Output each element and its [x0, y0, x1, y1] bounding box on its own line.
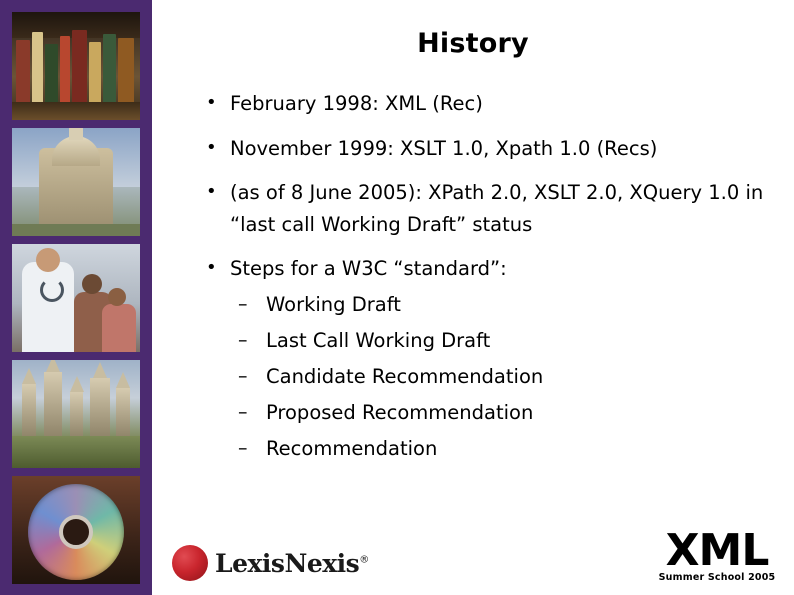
- bullet-marker-icon: •: [206, 181, 217, 203]
- presentation-slide: History • February 1998: XML (Rec) • Nov…: [0, 0, 794, 595]
- bullet-text: February 1998: XML (Rec): [230, 92, 483, 115]
- xml-summer-school-logo: XML Summer School 2005: [658, 524, 776, 583]
- photo-spires-image: [12, 360, 140, 468]
- sub-list-item: – Proposed Recommendation: [230, 395, 782, 431]
- lexisnexis-wordmark: LexisNexis®: [215, 549, 369, 578]
- photo-dome-image: [12, 128, 140, 236]
- bullet-text: (as of 8 June 2005): XPath 2.0, XSLT 2.0…: [230, 181, 764, 236]
- dash-marker-icon: –: [238, 292, 248, 315]
- sub-list-item: – Candidate Recommendation: [230, 359, 782, 395]
- sub-bullet-text: Recommendation: [266, 437, 438, 461]
- lexisnexis-logo: LexisNexis®: [172, 543, 369, 583]
- photo-cd-image: [12, 476, 140, 584]
- lexisnexis-sphere-icon: [172, 545, 208, 581]
- photo-books-image: [12, 12, 140, 120]
- slide-body: • February 1998: XML (Rec) • November 19…: [196, 88, 782, 480]
- xml-wordmark: XML: [665, 524, 770, 576]
- registered-trademark-icon: ®: [359, 554, 369, 566]
- photo-doctor-image: [12, 244, 140, 352]
- list-item: • Steps for a W3C “standard”: – Working …: [196, 253, 782, 467]
- sub-list-item: – Last Call Working Draft: [230, 323, 782, 359]
- xml-subtitle: Summer School 2005: [658, 572, 776, 583]
- dash-marker-icon: –: [238, 437, 248, 460]
- sub-list-item: – Working Draft: [230, 287, 782, 323]
- page-title: History: [417, 28, 529, 59]
- bullet-text: November 1999: XSLT 1.0, Xpath 1.0 (Recs…: [230, 136, 658, 160]
- lexisnexis-wordmark-lexis: Lexis: [215, 548, 285, 578]
- sub-bullet-list: – Working Draft – Last Call Working Draf…: [230, 287, 782, 467]
- dash-marker-icon: –: [238, 401, 248, 424]
- sub-list-item: – Recommendation: [230, 431, 782, 467]
- bullet-list: • February 1998: XML (Rec) • November 19…: [196, 88, 782, 467]
- list-item: • February 1998: XML (Rec): [196, 88, 782, 120]
- bullet-text: Steps for a W3C “standard”:: [230, 257, 507, 281]
- bullet-marker-icon: •: [206, 92, 217, 113]
- sub-bullet-text: Last Call Working Draft: [266, 328, 491, 352]
- list-item: • November 1999: XSLT 1.0, Xpath 1.0 (Re…: [196, 133, 782, 165]
- sub-bullet-text: Candidate Recommendation: [266, 365, 544, 389]
- dash-marker-icon: –: [238, 365, 248, 388]
- list-item: • (as of 8 June 2005): XPath 2.0, XSLT 2…: [196, 177, 782, 240]
- dash-marker-icon: –: [238, 328, 248, 351]
- lexisnexis-wordmark-nexis: Nexis: [284, 548, 360, 578]
- bullet-marker-icon: •: [206, 136, 217, 158]
- sub-bullet-text: Proposed Recommendation: [266, 401, 534, 425]
- photo-strip-sidebar: [0, 0, 152, 595]
- sub-bullet-text: Working Draft: [266, 292, 401, 316]
- bullet-marker-icon: •: [206, 257, 217, 279]
